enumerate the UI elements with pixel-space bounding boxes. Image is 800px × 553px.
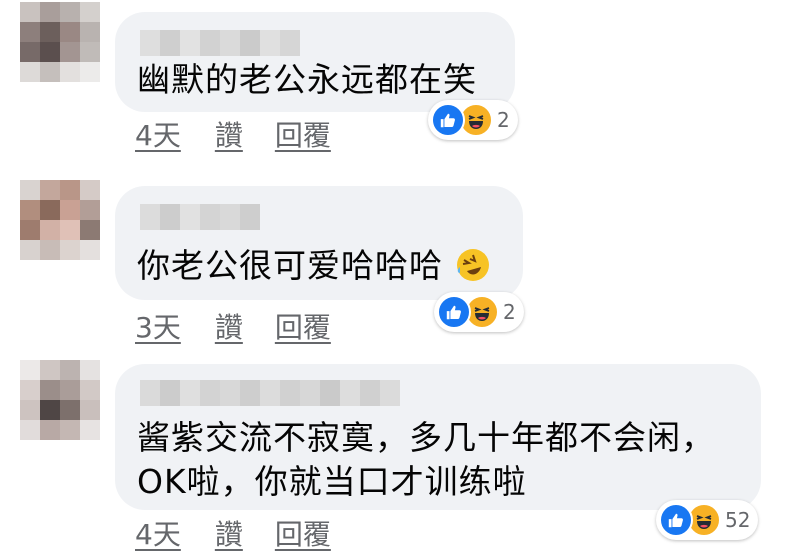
- comment-text-line: 酱紫交流不寂寞，多几十年都不会闲，: [137, 418, 715, 457]
- comment-text: 你老公很可爱哈哈哈: [137, 244, 491, 288]
- blurred-avatar[interactable]: [20, 180, 100, 260]
- blurred-avatar[interactable]: [20, 360, 100, 440]
- comment-actions: 4天 讚 回覆: [135, 513, 331, 553]
- like-link[interactable]: 讚: [215, 114, 243, 154]
- blurred-name[interactable]: [140, 380, 400, 406]
- reaction-count: 52: [725, 508, 751, 532]
- like-link[interactable]: 讚: [215, 306, 243, 346]
- comment-actions: 3天 讚 回覆: [135, 306, 331, 346]
- reaction-count: 2: [503, 300, 516, 324]
- blurred-name[interactable]: [140, 204, 260, 230]
- comment-bubble: 酱紫交流不寂寞，多几十年都不会闲， OK啦，你就当口才训练啦: [115, 364, 761, 510]
- timestamp-link[interactable]: 4天: [135, 114, 181, 154]
- reaction-summary[interactable]: 52: [656, 500, 759, 540]
- comment-text-line: 你老公很可爱哈哈哈: [137, 246, 443, 285]
- reply-link[interactable]: 回覆: [275, 513, 331, 553]
- comment-text-line: OK啦，你就当口才训练啦: [137, 462, 527, 501]
- reaction-count: 2: [497, 108, 510, 132]
- reply-link[interactable]: 回覆: [275, 306, 331, 346]
- reaction-summary[interactable]: 2: [434, 292, 524, 332]
- like-icon: [437, 295, 471, 329]
- timestamp-link[interactable]: 4天: [135, 513, 181, 553]
- like-icon: [431, 103, 465, 137]
- reply-link[interactable]: 回覆: [275, 114, 331, 154]
- rofl-emoji-icon: [455, 247, 491, 283]
- comment-bubble: 你老公很可爱哈哈哈: [115, 186, 523, 300]
- blurred-avatar[interactable]: [20, 2, 100, 82]
- like-icon: [659, 503, 693, 537]
- comment-actions: 4天 讚 回覆: [135, 114, 331, 154]
- timestamp-link[interactable]: 3天: [135, 306, 181, 346]
- comment-text: 幽默的老公永远都在笑: [137, 60, 477, 99]
- blurred-name[interactable]: [140, 30, 300, 56]
- reaction-summary[interactable]: 2: [428, 100, 518, 140]
- like-link[interactable]: 讚: [215, 513, 243, 553]
- comment-bubble: 幽默的老公永远都在笑: [115, 12, 515, 112]
